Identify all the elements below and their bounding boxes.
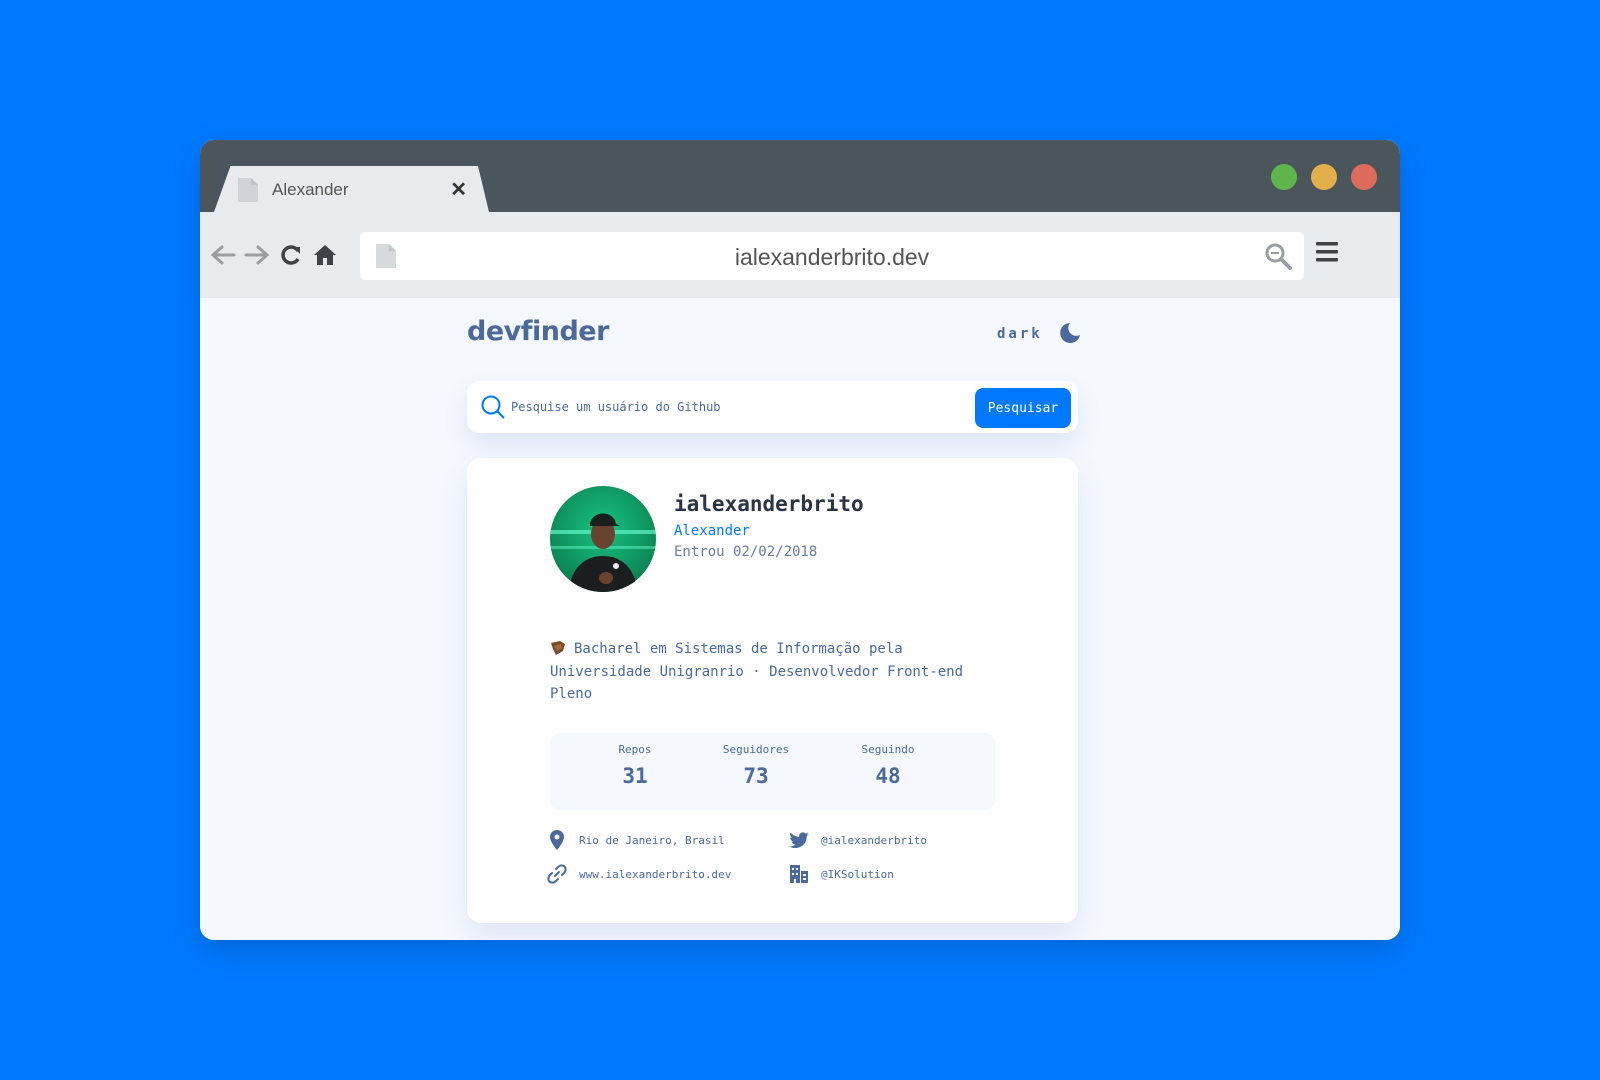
- stat-following: Seguindo 48: [828, 743, 948, 788]
- address-bar[interactable]: ialexanderbrito.dev: [360, 232, 1304, 280]
- company-name: @IKSolution: [821, 867, 894, 881]
- browser-toolbar: ialexanderbrito.dev: [200, 212, 1400, 298]
- profile-stats: Repos 31 Seguidores 73 Seguindo 48: [550, 733, 995, 810]
- arrow-right-icon: [244, 245, 270, 265]
- theme-toggle-label[interactable]: dark: [997, 326, 1043, 342]
- magnifier-icon[interactable]: [1264, 242, 1292, 270]
- search-input[interactable]: [511, 393, 951, 421]
- brazil-state-flag-icon: [551, 641, 565, 655]
- profile-card: ialexanderbrito Alexander Entrou 02/02/2…: [467, 458, 1078, 923]
- stat-label: Seguidores: [722, 743, 790, 756]
- window-minimize-button[interactable]: [1311, 164, 1337, 190]
- stat-value: 31: [622, 764, 648, 788]
- profile-joined-date: Entrou 02/02/2018: [674, 544, 818, 560]
- hamburger-menu-icon[interactable]: [1316, 240, 1338, 264]
- search-button[interactable]: Pesquisar: [975, 388, 1071, 428]
- profile-bio: Bacharel em Sistemas de Informação pela …: [550, 638, 1000, 706]
- tab-close-button[interactable]: ✕: [450, 177, 467, 202]
- tab-title: Alexander: [272, 180, 349, 199]
- arrow-left-icon: [210, 245, 236, 265]
- home-button[interactable]: [310, 240, 340, 270]
- bio-text: Bacharel em Sistemas de Informação pela …: [550, 641, 964, 702]
- address-url: ialexanderbrito.dev: [734, 244, 930, 270]
- building-icon: [789, 864, 809, 884]
- search-icon: [481, 395, 505, 419]
- avatar: [550, 486, 656, 592]
- document-icon: [238, 178, 258, 202]
- stat-label: Repos: [618, 743, 652, 756]
- window-close-button[interactable]: [1351, 164, 1377, 190]
- window-maximize-button[interactable]: [1271, 164, 1297, 190]
- home-icon: [314, 245, 336, 265]
- profile-company: @IKSolution: [789, 864, 894, 884]
- reload-button[interactable]: [276, 240, 306, 270]
- location-pin-icon: [547, 830, 567, 850]
- moon-icon[interactable]: [1059, 322, 1081, 344]
- stat-label: Seguindo: [861, 743, 915, 756]
- stat-followers: Seguidores 73: [696, 743, 816, 788]
- twitter-handle: @ialexanderbrito: [821, 833, 927, 847]
- profile-website[interactable]: www.ialexanderbrito.dev: [547, 864, 731, 884]
- browser-window: Alexander ✕ ialexanderbrito.dev devfinde…: [200, 140, 1400, 940]
- search-bar: Pesquisar: [467, 381, 1078, 433]
- app-logo: devfinder: [467, 316, 609, 347]
- link-icon: [547, 864, 567, 884]
- profile-name[interactable]: Alexander: [674, 523, 750, 539]
- stat-value: 48: [875, 764, 901, 788]
- back-button[interactable]: [208, 240, 238, 270]
- profile-twitter[interactable]: @ialexanderbrito: [789, 830, 927, 850]
- profile-username: ialexanderbrito: [674, 492, 864, 516]
- profile-location: Rio de Janeiro, Brasil: [547, 830, 725, 850]
- browser-tab[interactable]: Alexander ✕: [214, 166, 489, 212]
- stat-value: 73: [743, 764, 769, 788]
- website-url: www.ialexanderbrito.dev: [579, 867, 732, 881]
- twitter-icon: [789, 830, 809, 850]
- location-text: Rio de Janeiro, Brasil: [579, 833, 725, 847]
- forward-button[interactable]: [242, 240, 272, 270]
- browser-titlebar: Alexander ✕: [200, 140, 1400, 212]
- reload-icon: [281, 245, 300, 265]
- stat-repos: Repos 31: [575, 743, 695, 788]
- page-content: devfinder dark Pesquisar: [200, 298, 1400, 940]
